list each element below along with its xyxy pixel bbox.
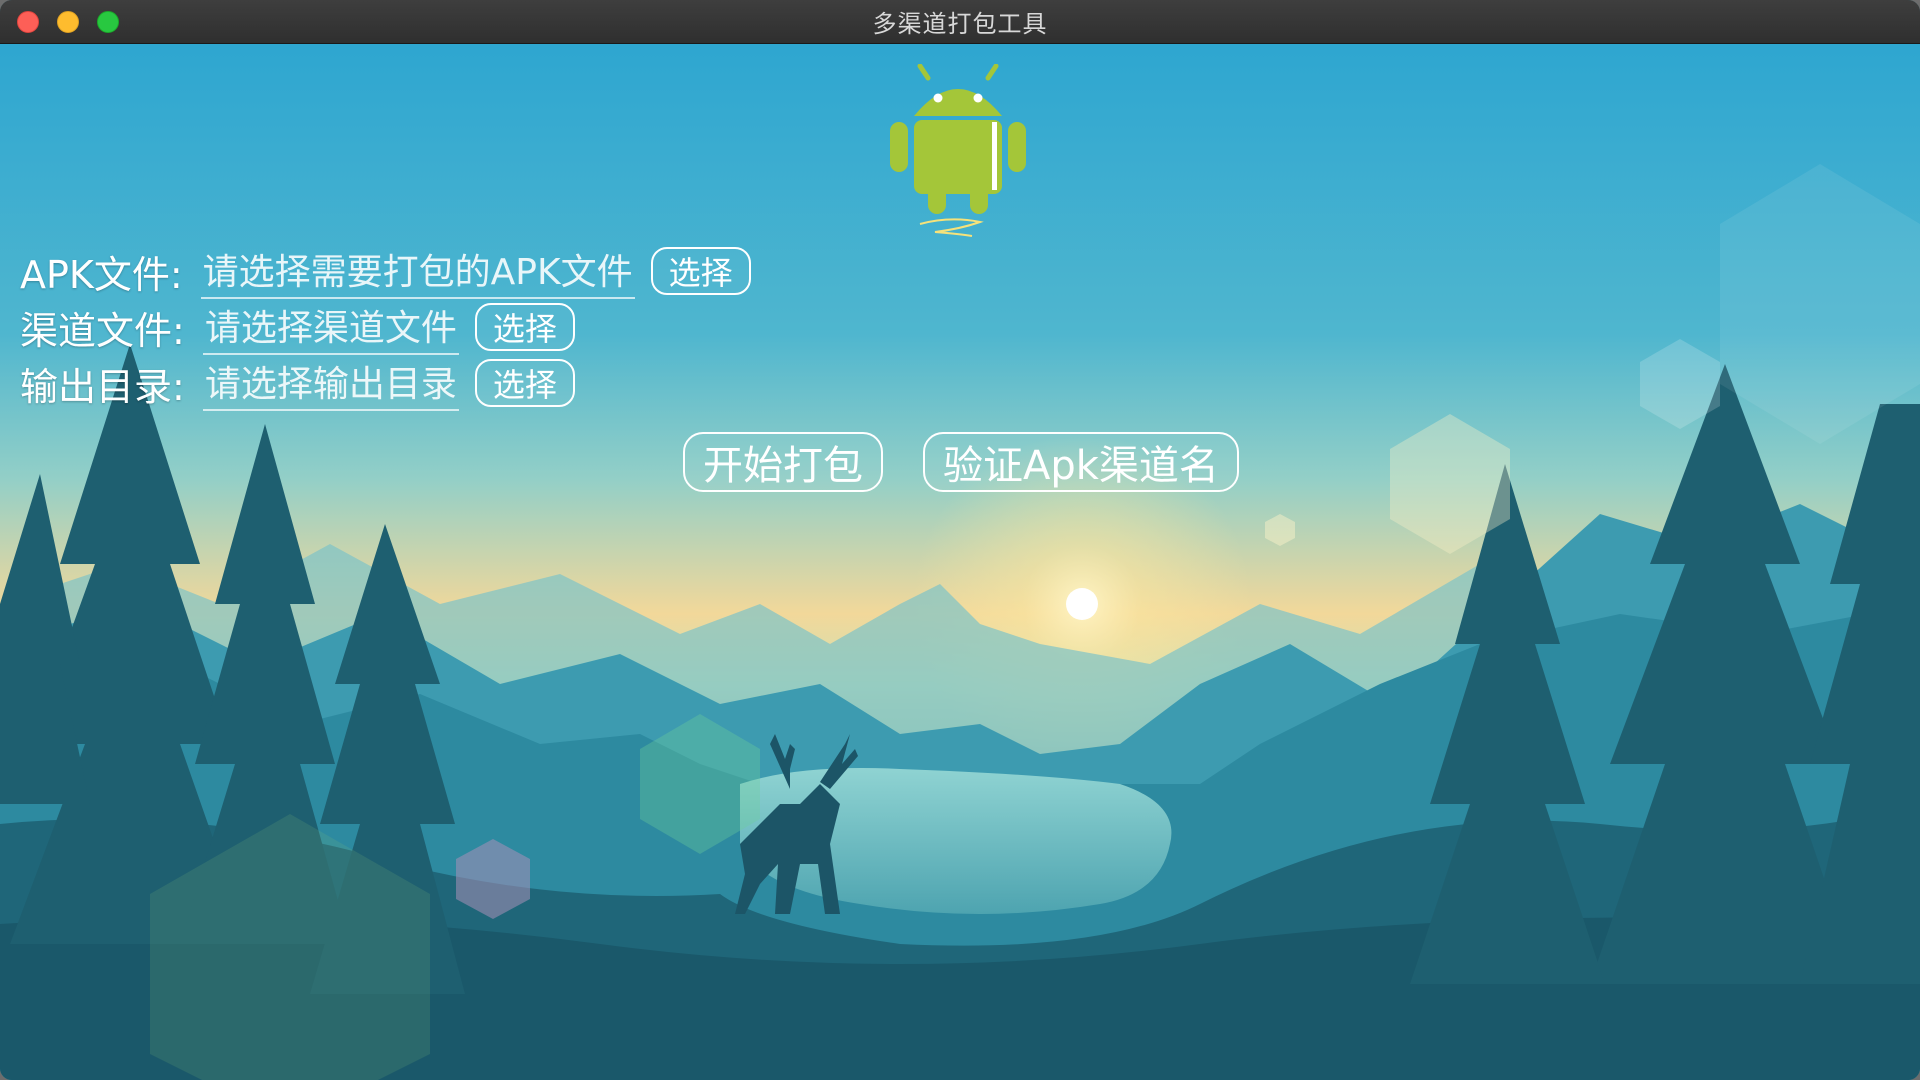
title-bar[interactable]: 多渠道打包工具 — [0, 0, 1920, 44]
action-buttons: 开始打包 验证Apk渠道名 — [683, 432, 1239, 492]
output-dir-field[interactable]: 请选择输出目录 — [202, 355, 459, 411]
main-content: APK文件: 请选择需要打包的APK文件 选择 渠道文件: 请选择渠道文件 选择… — [0, 44, 1920, 1080]
select-channel-button[interactable]: 选择 — [474, 303, 575, 351]
output-dir-row: 输出目录: 请选择输出目录 选择 — [20, 359, 575, 411]
window-title: 多渠道打包工具 — [872, 10, 1048, 38]
apk-file-field[interactable]: 请选择需要打包的APK文件 — [200, 243, 635, 299]
app-window: 多渠道打包工具 APK文件: 请选择需要打包的APK文件 选择 渠道文件: 请选… — [0, 0, 1920, 1080]
maximize-window-button[interactable] — [97, 11, 119, 33]
android-robot-icon — [890, 64, 1026, 237]
apk-file-label: APK文件: — [20, 252, 183, 297]
verify-channel-button[interactable]: 验证Apk渠道名 — [923, 432, 1239, 492]
close-window-button[interactable] — [17, 11, 39, 33]
channel-file-field[interactable]: 请选择渠道文件 — [202, 299, 459, 355]
minimize-window-button[interactable] — [57, 11, 79, 33]
channel-file-row: 渠道文件: 请选择渠道文件 选择 — [20, 303, 575, 355]
select-apk-button[interactable]: 选择 — [650, 247, 751, 295]
select-output-button[interactable]: 选择 — [474, 359, 575, 407]
channel-file-label: 渠道文件: — [20, 308, 185, 353]
output-dir-label: 输出目录: — [20, 364, 185, 409]
apk-file-row: APK文件: 请选择需要打包的APK文件 选择 — [20, 247, 751, 299]
start-packaging-button[interactable]: 开始打包 — [683, 432, 883, 492]
